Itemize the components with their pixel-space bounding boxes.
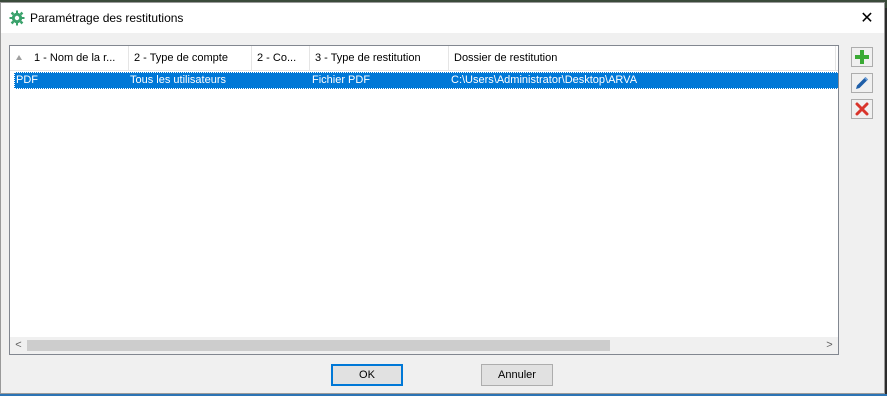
scroll-right-icon[interactable]: > [821, 337, 838, 354]
scrollbar-thumb[interactable] [27, 340, 610, 351]
column-header-nom[interactable]: 1 - Nom de la r... [10, 46, 129, 70]
table-row[interactable]: PDF Tous les utilisateurs Fichier PDF C:… [14, 72, 838, 89]
delete-button[interactable] [851, 99, 873, 119]
column-header-type-compte[interactable]: 2 - Type de compte [129, 46, 252, 70]
cell-type-compte: Tous les utilisateurs [130, 74, 226, 86]
close-button[interactable]: ✕ [850, 3, 884, 33]
column-header-type-restitution[interactable]: 3 - Type de restitution [310, 46, 449, 70]
sort-ascending-icon [16, 55, 22, 60]
settings-dialog: Paramétrage des restitutions ✕ 1 - Nom d… [0, 2, 885, 394]
scroll-left-icon[interactable]: < [10, 337, 27, 354]
add-button[interactable] [851, 47, 873, 67]
column-header-compte[interactable]: 2 - Co... [252, 46, 310, 70]
close-icon: ✕ [860, 10, 874, 27]
gear-icon [9, 10, 25, 26]
cell-type-restitution: Fichier PDF [312, 74, 371, 86]
plus-icon [855, 50, 869, 64]
ok-button[interactable]: OK [331, 364, 403, 386]
list-header: 1 - Nom de la r... 2 - Type de compte 2 … [10, 46, 838, 71]
horizontal-scrollbar[interactable]: < > [10, 337, 838, 354]
cell-compte [253, 73, 308, 88]
cell-dossier: C:\Users\Administrator\Desktop\ARVA [451, 74, 638, 86]
cancel-button[interactable]: Annuler [481, 364, 553, 386]
pencil-icon [856, 77, 868, 89]
delete-x-icon [855, 102, 869, 116]
title-bar[interactable]: Paramétrage des restitutions ✕ [1, 3, 884, 33]
column-header-dossier[interactable]: Dossier de restitution [449, 46, 836, 70]
restitution-list[interactable]: 1 - Nom de la r... 2 - Type de compte 2 … [9, 45, 839, 355]
edit-button[interactable] [851, 73, 873, 93]
cell-nom: PDF [16, 74, 38, 86]
dialog-title: Paramétrage des restitutions [30, 11, 184, 25]
